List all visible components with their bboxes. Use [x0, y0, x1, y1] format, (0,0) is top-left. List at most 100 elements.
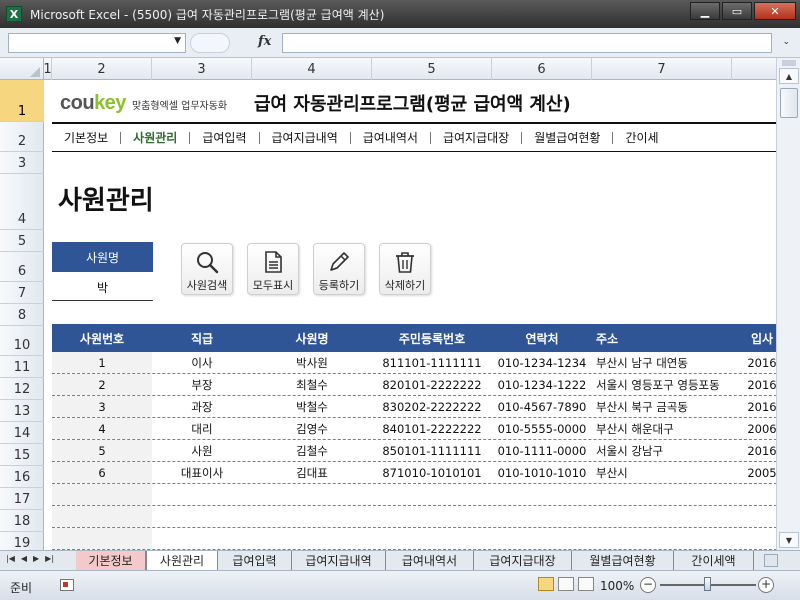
page-layout-view-button[interactable] [558, 577, 574, 591]
first-sheet-icon[interactable]: |◀ [6, 554, 15, 563]
register-button[interactable]: 등록하기 [313, 243, 365, 295]
table-cell[interactable] [372, 484, 492, 505]
table-cell[interactable] [592, 506, 732, 527]
table-cell[interactable]: 2016 [732, 352, 776, 373]
name-box-dropdown-icon[interactable]: ▼ [174, 36, 181, 46]
table-row[interactable] [52, 484, 776, 506]
row-header-8[interactable]: 8 [0, 304, 44, 326]
macro-record-icon[interactable] [60, 579, 74, 591]
table-cell[interactable]: 840101-2222222 [372, 418, 492, 439]
row-header-11[interactable]: 11 [0, 356, 44, 378]
table-cell[interactable] [372, 528, 492, 549]
row-header-18[interactable]: 18 [0, 510, 44, 532]
table-row[interactable]: 3 과장 박철수 830202-2222222 010-4567-7890 부산시 북구 … [52, 396, 776, 418]
table-cell[interactable] [492, 484, 592, 505]
table-cell[interactable]: 부장 [152, 374, 252, 395]
column-header-7[interactable]: 7 [592, 58, 732, 80]
table-cell[interactable]: 2 [52, 374, 152, 395]
column-heading[interactable]: 사원명 [252, 324, 372, 352]
table-cell[interactable]: 2016 [732, 374, 776, 395]
table-cell[interactable]: 010-1234-1234 [492, 352, 592, 373]
row-header-6[interactable]: 6 [0, 252, 44, 282]
table-cell[interactable] [492, 506, 592, 527]
column-heading[interactable]: 사원번호 [52, 324, 152, 352]
worksheet[interactable]: coukey 맞춤형엑셀 업무자동화 급여 자동관리프로그램(평균 급여액 계산… [44, 80, 776, 550]
table-cell[interactable]: 대표이사 [152, 462, 252, 483]
column-header-2[interactable]: 2 [52, 58, 152, 80]
table-row[interactable]: 2 부장 최철수 820101-2222222 010-1234-1222 서울시 영등포… [52, 374, 776, 396]
row-header-3[interactable]: 3 [0, 152, 44, 174]
close-button[interactable]: ✕ [754, 2, 796, 20]
row-header-10[interactable]: 10 [0, 326, 44, 356]
table-row[interactable] [52, 506, 776, 528]
vertical-scroll-thumb[interactable] [780, 88, 798, 118]
column-heading[interactable]: 주소 [592, 324, 732, 352]
table-cell[interactable]: 2005 [732, 462, 776, 483]
menu-item-0[interactable]: 기본정보 [52, 129, 120, 146]
table-cell[interactable]: 부산시 해운대구 [592, 418, 732, 439]
menu-item-2[interactable]: 급여입력 [190, 129, 258, 146]
table-cell[interactable] [52, 484, 152, 505]
menu-item-6[interactable]: 월별급여현황 [522, 129, 612, 146]
column-header-5[interactable]: 5 [372, 58, 492, 80]
row-header-5[interactable]: 5 [0, 230, 44, 252]
zoom-level[interactable]: 100% [600, 579, 634, 593]
sheet-tab-1[interactable]: 사원관리 [146, 551, 218, 570]
table-cell[interactable] [732, 506, 776, 527]
vertical-scrollbar[interactable]: ▲ ▼ [776, 58, 800, 550]
name-box[interactable]: ▼ [8, 33, 186, 53]
table-cell[interactable]: 811101-1111111 [372, 352, 492, 373]
sheet-tab-2[interactable]: 급여입력 [218, 551, 292, 570]
table-cell[interactable] [732, 528, 776, 549]
table-cell[interactable]: 이사 [152, 352, 252, 373]
row-header-1[interactable]: 1 [0, 80, 44, 122]
menu-item-1[interactable]: 사원관리 [121, 129, 189, 146]
row-header-7[interactable]: 7 [0, 282, 44, 304]
table-cell[interactable] [252, 528, 372, 549]
sheet-tab-4[interactable]: 급여내역서 [386, 551, 474, 570]
sheet-tab-7[interactable]: 간이세액 [674, 551, 754, 570]
table-cell[interactable]: 010-4567-7890 [492, 396, 592, 417]
table-cell[interactable]: 서울시 강남구 [592, 440, 732, 461]
zoom-slider-thumb[interactable] [704, 577, 711, 591]
formula-cancel-enter-control[interactable] [190, 33, 230, 53]
table-row[interactable]: 1 이사 박사원 811101-1111111 010-1234-1234 부산시 남구 … [52, 352, 776, 374]
table-cell[interactable]: 박철수 [252, 396, 372, 417]
table-cell[interactable]: 3 [52, 396, 152, 417]
search-employee-button[interactable]: 사원검색 [181, 243, 233, 295]
zoom-out-button[interactable]: − [640, 577, 656, 593]
table-cell[interactable] [152, 506, 252, 527]
row-header-17[interactable]: 17 [0, 488, 44, 510]
last-sheet-icon[interactable]: ▶| [45, 554, 54, 563]
table-cell[interactable]: 2016 [732, 396, 776, 417]
insert-function-icon[interactable]: fx [258, 34, 271, 49]
delete-button[interactable]: 삭제하기 [379, 243, 431, 295]
table-cell[interactable]: 2016 [732, 440, 776, 461]
column-header-3[interactable]: 3 [152, 58, 252, 80]
column-header-1[interactable]: 1 [43, 58, 52, 80]
sheet-tab-3[interactable]: 급여지급내역 [292, 551, 386, 570]
table-cell[interactable]: 010-1010-1010 [492, 462, 592, 483]
excel-app-icon[interactable]: X [6, 6, 22, 22]
table-cell[interactable]: 김대표 [252, 462, 372, 483]
maximize-button[interactable]: ▭ [722, 2, 752, 20]
scroll-down-button[interactable]: ▼ [779, 532, 799, 548]
column-heading[interactable]: 연락처 [492, 324, 592, 352]
sheet-tab-6[interactable]: 월별급여현황 [572, 551, 674, 570]
sheet-tab-0[interactable]: 기본정보 [76, 551, 146, 570]
table-cell[interactable]: 부산시 남구 대연동 [592, 352, 732, 373]
minimize-button[interactable]: ▁ [690, 2, 720, 20]
column-heading[interactable]: 주민등록번호 [372, 324, 492, 352]
table-cell[interactable] [492, 528, 592, 549]
table-cell[interactable] [152, 484, 252, 505]
table-row[interactable]: 5 사원 김철수 850101-1111111 010-1111-0000 서울시 강남구… [52, 440, 776, 462]
table-cell[interactable]: 010-5555-0000 [492, 418, 592, 439]
table-cell[interactable]: 871010-1010101 [372, 462, 492, 483]
table-row[interactable]: 4 대리 김영수 840101-2222222 010-5555-0000 부산시 해운대… [52, 418, 776, 440]
table-cell[interactable]: 850101-1111111 [372, 440, 492, 461]
table-cell[interactable]: 최철수 [252, 374, 372, 395]
table-cell[interactable]: 1 [52, 352, 152, 373]
sheet-tab-5[interactable]: 급여지급대장 [474, 551, 572, 570]
table-cell[interactable]: 010-1111-0000 [492, 440, 592, 461]
formula-input[interactable] [282, 33, 772, 53]
